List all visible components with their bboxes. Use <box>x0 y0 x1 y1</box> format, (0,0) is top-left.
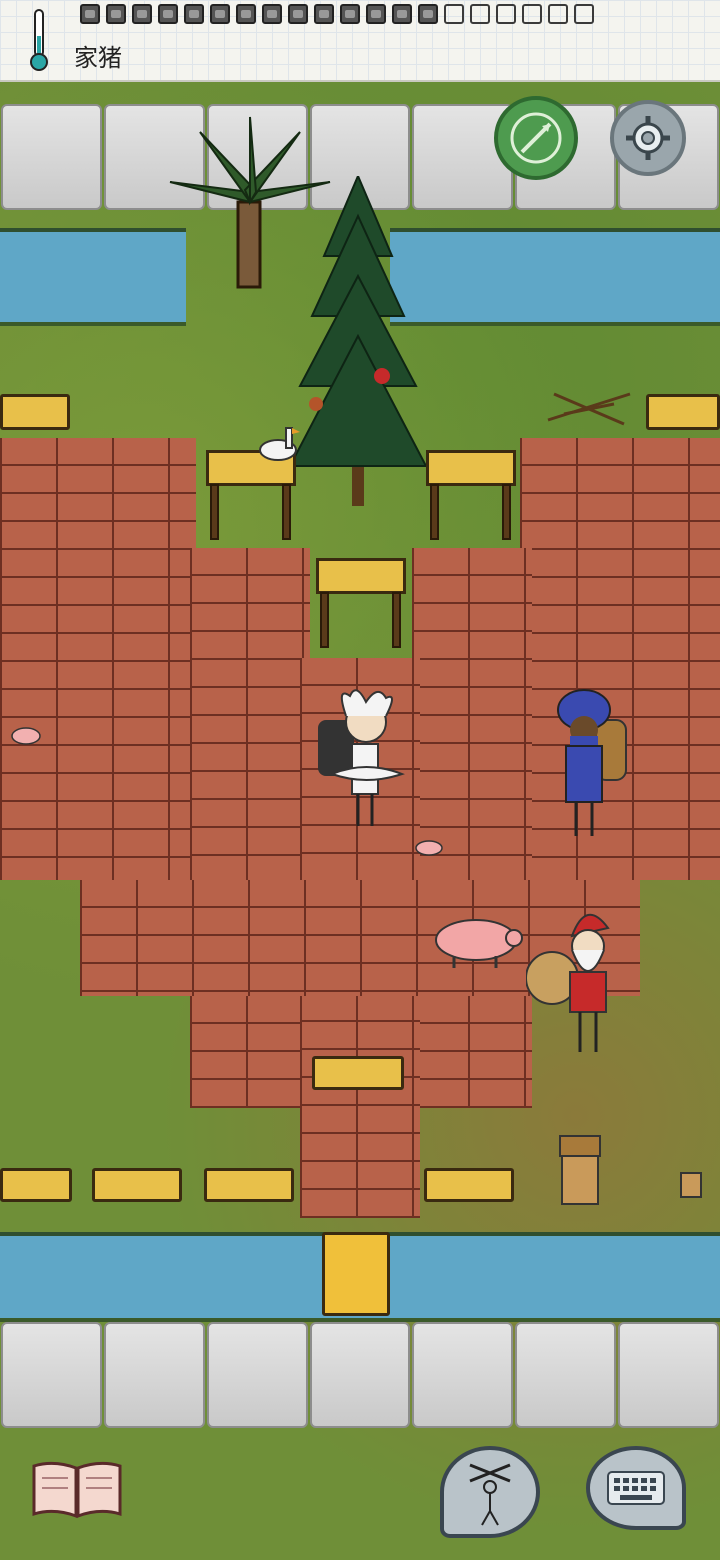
food-slot-empty <box>548 4 568 24</box>
crate-medkits[interactable] <box>92 1168 182 1202</box>
thermometer-icon <box>30 9 48 71</box>
traveler-npc[interactable] <box>548 686 632 846</box>
domestic-pig[interactable] <box>432 916 524 970</box>
water-left <box>0 228 186 326</box>
food-slot-filled <box>132 4 152 24</box>
piglet[interactable] <box>10 726 42 746</box>
kindling-pile[interactable] <box>544 384 634 428</box>
food-slot-filled <box>288 4 308 24</box>
game-world[interactable] <box>0 80 720 1560</box>
food-slot-filled <box>80 4 100 24</box>
brick-floor <box>190 548 310 1108</box>
food-slot-filled <box>158 4 178 24</box>
food-slot-filled <box>236 4 256 24</box>
food-slot-filled <box>340 4 360 24</box>
table-empty[interactable] <box>426 450 516 540</box>
food-slot-filled <box>210 4 230 24</box>
food-slot-filled <box>314 4 334 24</box>
keyboard-icon <box>607 1471 665 1505</box>
stone-wall-bottom <box>0 1320 720 1430</box>
food-slot-filled <box>418 4 438 24</box>
water-right <box>390 228 720 326</box>
food-slot-filled <box>106 4 126 24</box>
emote-button[interactable] <box>440 1446 540 1538</box>
brick-floor <box>0 438 196 880</box>
top-hud: 家猪 <box>0 0 720 82</box>
food-slot-empty <box>522 4 542 24</box>
food-meter <box>80 4 594 28</box>
hover-object-label: 家猪 <box>74 44 122 72</box>
compass-button[interactable] <box>494 96 578 180</box>
bucket[interactable] <box>678 1170 704 1200</box>
tech-tree-button[interactable] <box>30 1456 124 1520</box>
crate-cakes[interactable] <box>0 1168 72 1202</box>
keyboard-button[interactable] <box>586 1446 686 1530</box>
food-slot-empty <box>574 4 594 24</box>
food-slot-empty <box>444 4 464 24</box>
book-icon <box>32 1461 122 1519</box>
crate-wood[interactable] <box>0 394 70 430</box>
food-slot-filled <box>392 4 412 24</box>
pine-tree[interactable] <box>284 176 434 516</box>
santa-npc[interactable] <box>526 902 618 1062</box>
crate-stockings[interactable] <box>204 1168 294 1202</box>
settings-button[interactable] <box>610 100 686 176</box>
crate-seeds[interactable] <box>646 394 720 430</box>
puppet-icon <box>469 1463 511 1526</box>
wooden-bridge[interactable] <box>322 1232 390 1316</box>
food-slot-filled <box>184 4 204 24</box>
player-character[interactable] <box>316 676 406 840</box>
table-tools[interactable] <box>316 558 406 648</box>
food-slot-empty <box>470 4 490 24</box>
crate-hats[interactable] <box>424 1168 514 1202</box>
gear-icon <box>626 116 670 160</box>
crate-backpacks[interactable] <box>312 1056 404 1090</box>
compass-icon <box>510 112 562 164</box>
piglet[interactable] <box>414 838 444 858</box>
food-slot-empty <box>496 4 516 24</box>
basket[interactable] <box>556 1132 604 1208</box>
food-slot-filled <box>262 4 282 24</box>
brick-floor <box>412 548 532 1108</box>
food-slot-filled <box>366 4 386 24</box>
goose[interactable] <box>256 420 302 466</box>
